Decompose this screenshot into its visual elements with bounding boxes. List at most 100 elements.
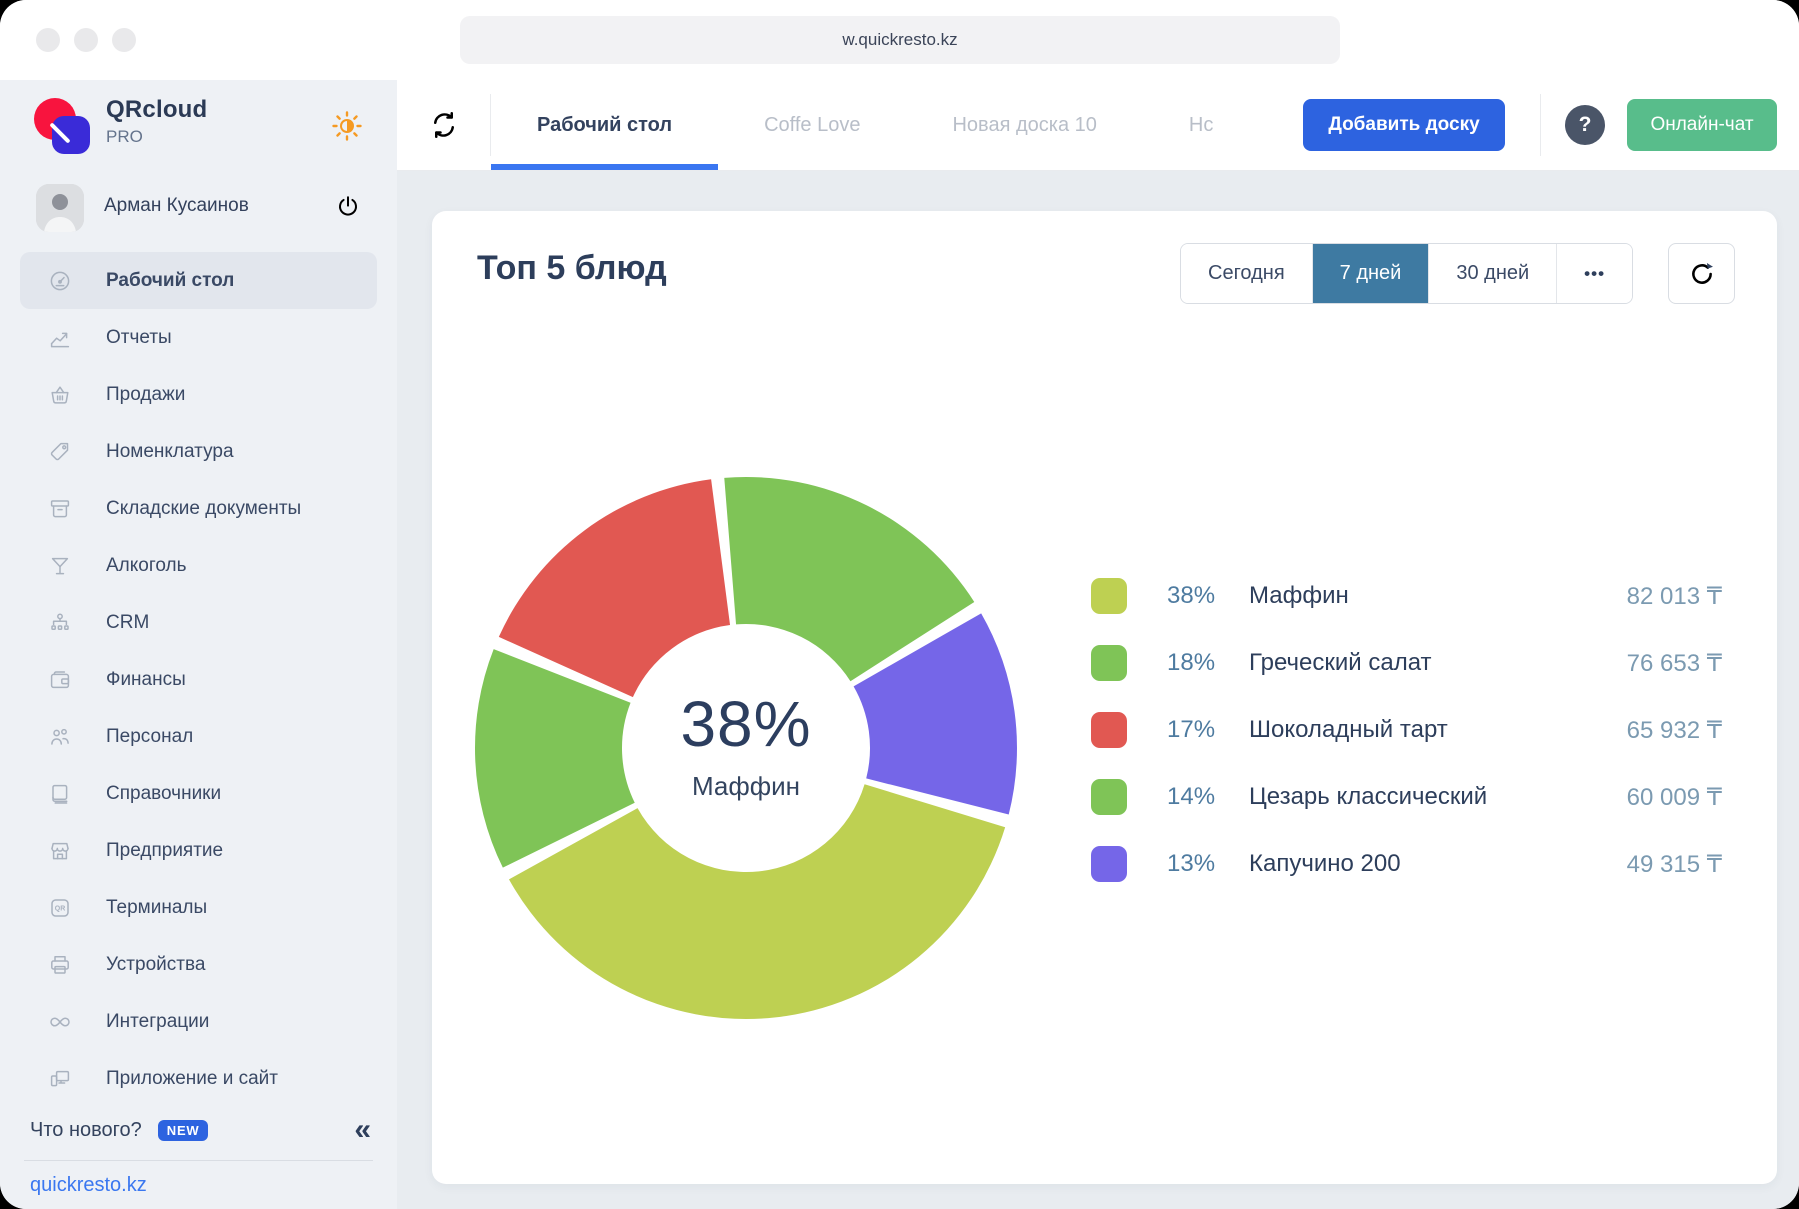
whats-new-link[interactable]: Что нового?	[30, 1119, 142, 1142]
legend-percent: 17%	[1167, 716, 1229, 744]
window-zoom-button[interactable]	[112, 28, 136, 52]
sidebar-item-enterprise[interactable]: Предприятие	[20, 822, 377, 879]
sidebar-item-label: Алкоголь	[106, 555, 187, 577]
staff-icon	[48, 725, 72, 749]
user-name: Арман Кусаинов	[104, 195, 249, 217]
sync-boards-button[interactable]	[397, 80, 490, 170]
legend-row-3[interactable]: 17% Шоколадный тарт 65 932 ₸	[1091, 708, 1722, 752]
brand-name: QRcloud	[106, 96, 207, 124]
donut-svg	[466, 468, 1026, 1028]
sales-icon	[48, 383, 72, 407]
legend-row-4[interactable]: 14%Цезарь классический60 009 ₸	[1091, 775, 1722, 819]
browser-chrome: w.quickresto.kz	[0, 0, 1799, 80]
boards-tabbar: Рабочий столCoffe LoveНовая доска 10Нс Д…	[397, 80, 1799, 171]
chart-legend: 38%Маффин82 013 ₸ 18% Греческий салат 76 65…	[1091, 574, 1722, 886]
sidebar-item-warehouse[interactable]: Складские документы	[20, 480, 377, 537]
legend-amount: 76 653 ₸	[1627, 649, 1722, 678]
period-selector: Сегодня7 дней30 дней•••	[1180, 243, 1633, 304]
sidebar-item-label: Справочники	[106, 783, 221, 805]
legend-amount: 65 932 ₸	[1627, 716, 1722, 745]
period-button-4[interactable]: •••	[1557, 244, 1632, 303]
board-tab-3[interactable]: Новая доска 10	[906, 80, 1142, 170]
sidebar-item-label: Финансы	[106, 669, 186, 691]
tabbar-divider-2	[1540, 94, 1541, 156]
browser-window: w.quickresto.kz QRcloud PRO	[0, 0, 1799, 1209]
sidebar-item-sales[interactable]: Продажи	[20, 366, 377, 423]
sidebar-item-finance[interactable]: Финансы	[20, 651, 377, 708]
window-close-button[interactable]	[36, 28, 60, 52]
sidebar-item-tag[interactable]: Номенклатура	[20, 423, 377, 480]
legend-swatch	[1091, 712, 1127, 748]
sidebar-item-label: CRM	[106, 612, 149, 634]
terminal-icon: QR	[48, 896, 72, 920]
site-link[interactable]: quickresto.kz	[30, 1174, 147, 1197]
sidebar-item-crm[interactable]: CRM	[20, 594, 377, 651]
legend-dish-name: Греческий салат	[1249, 649, 1432, 677]
legend-amount: 49 315 ₸	[1627, 850, 1722, 879]
user-profile[interactable]: Арман Кусаинов	[0, 180, 397, 240]
legend-percent: 13%	[1167, 850, 1229, 878]
legend-percent: 14%	[1167, 783, 1229, 811]
board-tab-1[interactable]: Рабочий стол	[491, 80, 718, 170]
finance-icon	[48, 668, 72, 692]
help-button[interactable]: ?	[1565, 105, 1605, 145]
legend-amount: 60 009 ₸	[1627, 783, 1722, 812]
sidebar-item-book[interactable]: Справочники	[20, 765, 377, 822]
crm-icon	[48, 611, 72, 635]
refresh-widget-button[interactable]	[1668, 243, 1735, 304]
dashboard-main: Топ 5 блюд Сегодня7 дней30 дней••• 38% М…	[397, 171, 1799, 1209]
legend-row-2[interactable]: 18% Греческий салат 76 653 ₸	[1091, 641, 1722, 685]
sidebar-divider	[24, 1160, 373, 1161]
theme-brightness-icon[interactable]	[331, 110, 363, 142]
board-tab-4[interactable]: Нс	[1143, 80, 1259, 170]
period-button-2[interactable]: 7 дней	[1313, 244, 1430, 303]
warehouse-icon	[48, 497, 72, 521]
url-bar[interactable]: w.quickresto.kz	[460, 16, 1340, 64]
board-tabs: Рабочий столCoffe LoveНовая доска 10Нс	[491, 80, 1303, 170]
reports-icon	[48, 326, 72, 350]
sidebar-item-integrations[interactable]: Интеграции	[20, 993, 377, 1050]
sidebar-item-label: Интеграции	[106, 1011, 209, 1033]
collapse-sidebar-icon[interactable]: «	[354, 1115, 371, 1145]
sidebar-item-label: Терминалы	[106, 897, 207, 919]
window-minimize-button[interactable]	[74, 28, 98, 52]
logo-row: QRcloud PRO	[0, 80, 397, 172]
period-button-3[interactable]: 30 дней	[1429, 244, 1557, 303]
top-dishes-widget: Топ 5 блюд Сегодня7 дней30 дней••• 38% М…	[432, 211, 1777, 1184]
sidebar-item-label: Складские документы	[106, 498, 301, 520]
legend-swatch	[1091, 846, 1127, 882]
donut-chart: 38% Маффин	[466, 468, 1026, 1028]
period-button-1[interactable]: Сегодня	[1181, 244, 1313, 303]
sidebar-item-dashboard[interactable]: Рабочий стол	[20, 252, 377, 309]
app-site-icon	[48, 1067, 72, 1091]
online-chat-button[interactable]: Онлайн-чат	[1627, 99, 1777, 151]
alcohol-icon	[48, 554, 72, 578]
sidebar-item-devices[interactable]: Устройства	[20, 936, 377, 993]
add-board-button[interactable]: Добавить доску	[1303, 99, 1505, 151]
sidebar-item-terminal[interactable]: QR Терминалы	[20, 879, 377, 936]
tag-icon	[48, 440, 72, 464]
integrations-icon	[48, 1010, 72, 1034]
sidebar: QRcloud PRO	[0, 80, 397, 1209]
logout-power-icon[interactable]	[335, 194, 361, 220]
logo-blue-square	[52, 116, 90, 154]
legend-percent: 18%	[1167, 649, 1229, 677]
sidebar-item-reports[interactable]: Отчеты	[20, 309, 377, 366]
sidebar-item-label: Персонал	[106, 726, 193, 748]
sidebar-item-label: Рабочий стол	[106, 270, 234, 292]
sidebar-item-staff[interactable]: Персонал	[20, 708, 377, 765]
sidebar-item-label: Устройства	[106, 954, 205, 976]
dashboard-icon	[48, 269, 72, 293]
enterprise-icon	[48, 839, 72, 863]
board-tab-2[interactable]: Coffe Love	[718, 80, 906, 170]
donut-slice-3[interactable]	[499, 479, 730, 697]
sidebar-item-label: Приложение и сайт	[106, 1068, 278, 1090]
legend-row-5[interactable]: 13%Капучино 20049 315 ₸	[1091, 842, 1722, 886]
legend-dish-name: Шоколадный тарт	[1249, 716, 1448, 744]
sidebar-item-label: Номенклатура	[106, 441, 234, 463]
sidebar-item-app-site[interactable]: Приложение и сайт	[20, 1050, 377, 1107]
legend-dish-name: Маффин	[1249, 582, 1349, 610]
sidebar-item-alcohol[interactable]: Алкоголь	[20, 537, 377, 594]
legend-row-1[interactable]: 38%Маффин82 013 ₸	[1091, 574, 1722, 618]
widget-title: Топ 5 блюд	[477, 249, 667, 288]
